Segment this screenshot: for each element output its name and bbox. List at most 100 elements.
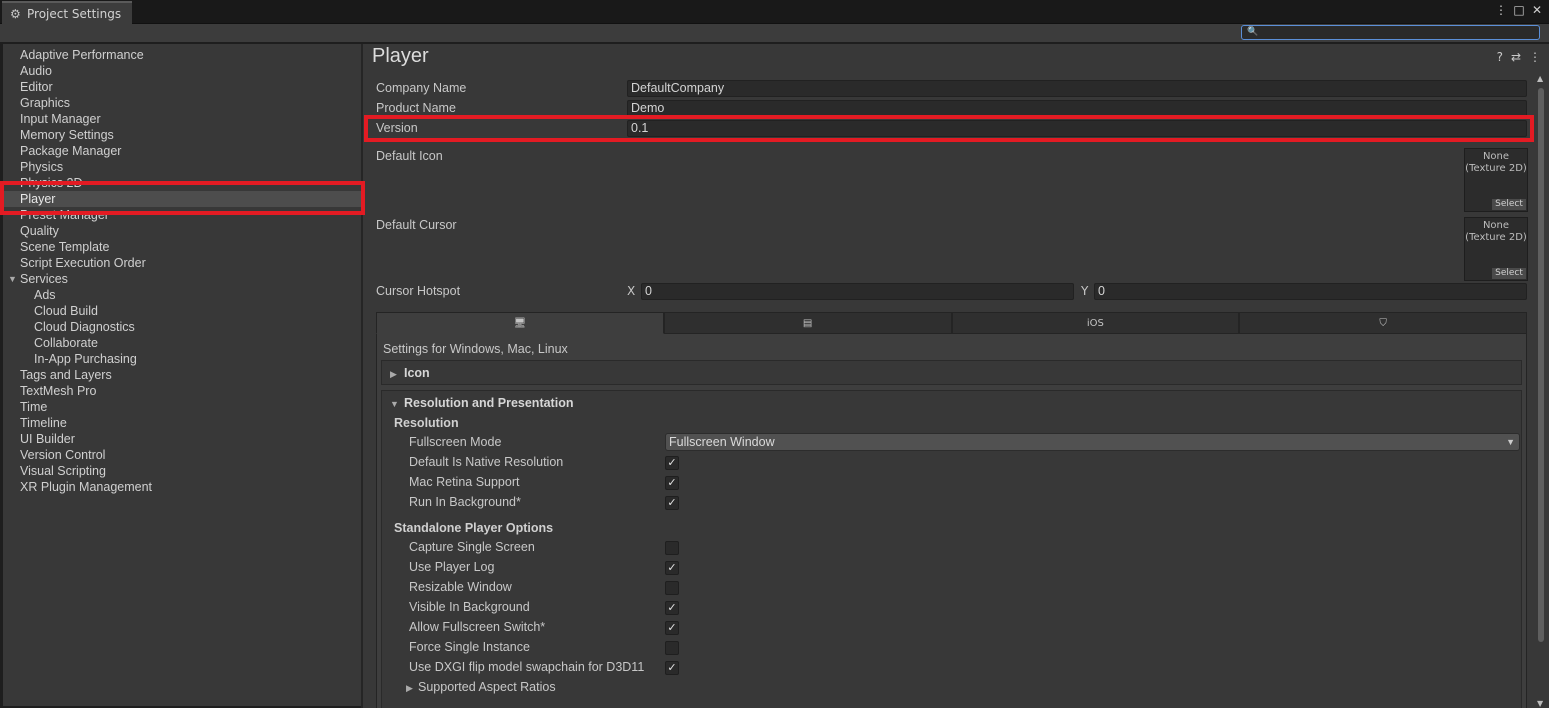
more-options-icon[interactable]: ⋮ <box>1529 50 1541 64</box>
tab-ios[interactable]: iOS <box>951 312 1240 334</box>
sidebar-item-physics[interactable]: Physics <box>3 159 361 175</box>
sidebar-item-label: Physics 2D <box>20 176 83 190</box>
sidebar-item-ads[interactable]: Ads <box>3 287 361 303</box>
sidebar-item-memory-settings[interactable]: Memory Settings <box>3 127 361 143</box>
select-button[interactable]: Select <box>1492 268 1526 279</box>
sidebar-item-in-app-purchasing[interactable]: In-App Purchasing <box>3 351 361 367</box>
tab-dedicated-server[interactable]: ▤ <box>663 312 952 334</box>
server-icon: ▤ <box>802 317 813 329</box>
version-field[interactable]: 0.1 <box>627 120 1527 137</box>
icon-section-title: Icon <box>404 366 430 380</box>
maximize-icon[interactable]: □ <box>1513 3 1525 17</box>
page-title: Player <box>372 45 429 67</box>
checkbox[interactable]: ✓ <box>665 661 679 675</box>
fullscreen-mode-value: Fullscreen Window <box>669 435 775 449</box>
tab-standalone[interactable]: 🖥 <box>376 312 664 334</box>
sidebar-item-label: UI Builder <box>20 432 75 446</box>
window-title: Project Settings <box>27 6 122 21</box>
collapse-arrow-icon: ▼ <box>390 399 399 409</box>
sidebar-item-physics-2d[interactable]: Physics 2D <box>3 175 361 191</box>
checkbox[interactable] <box>665 581 679 595</box>
search-input[interactable]: 🔍 <box>1241 25 1540 40</box>
sidebar-item-label: In-App Purchasing <box>34 352 137 366</box>
sidebar-item-preset-manager[interactable]: Preset Manager <box>3 207 361 223</box>
checkbox[interactable]: ✓ <box>665 476 679 490</box>
default-cursor-slot[interactable]: None (Texture 2D) Select <box>1464 217 1528 281</box>
sidebar-item-script-execution-order[interactable]: Script Execution Order <box>3 255 361 271</box>
presets-icon[interactable]: ⇄ <box>1511 50 1521 64</box>
sidebar-item-version-control[interactable]: Version Control <box>3 447 361 463</box>
checkbox[interactable] <box>665 541 679 555</box>
option-label: Resizable Window <box>409 580 512 594</box>
sidebar-item-label: Physics <box>20 160 64 174</box>
hotspot-x-field[interactable]: 0 <box>641 283 1074 300</box>
option-label: Mac Retina Support <box>409 475 520 489</box>
scroll-up-icon[interactable]: ▲ <box>1537 74 1543 83</box>
checkbox[interactable]: ✓ <box>665 621 679 635</box>
close-icon[interactable]: ✕ <box>1531 3 1543 17</box>
hotspot-y-label: Y <box>1081 284 1089 298</box>
sidebar-item-time[interactable]: Time <box>3 399 361 415</box>
sidebar-item-label: Services <box>20 272 68 286</box>
sidebar-item-package-manager[interactable]: Package Manager <box>3 143 361 159</box>
texture-none-text: None <box>1482 220 1510 231</box>
platform-tabs: 🖥 ▤ iOS ⛉ <box>376 312 1527 334</box>
select-button[interactable]: Select <box>1492 199 1526 210</box>
sidebar-item-label: Timeline <box>20 416 67 430</box>
sidebar-item-label: Script Execution Order <box>20 256 146 270</box>
project-settings-tab[interactable]: ⚙ Project Settings <box>2 1 132 24</box>
option-label: Default Is Native Resolution <box>409 455 564 469</box>
default-cursor-label: Default Cursor <box>376 218 457 232</box>
option-label: Capture Single Screen <box>409 540 535 554</box>
supported-aspect-ratios-foldout[interactable]: ▶ Supported Aspect Ratios <box>406 680 556 694</box>
sidebar-item-label: Version Control <box>20 448 106 462</box>
sidebar-item-collaborate[interactable]: Collaborate <box>3 335 361 351</box>
checkbox[interactable] <box>665 641 679 655</box>
resolution-foldout: ▼ Resolution and Presentation Resolution … <box>381 390 1522 708</box>
texture-none-text: None <box>1482 151 1510 162</box>
sidebar-item-cloud-build[interactable]: Cloud Build <box>3 303 361 319</box>
search-icon: 🔍 <box>1247 27 1259 37</box>
collapse-arrow-icon[interactable]: ▼ <box>8 271 17 287</box>
icon-foldout-header[interactable]: ▶ Icon <box>390 366 430 380</box>
checkbox[interactable]: ✓ <box>665 456 679 470</box>
resolution-foldout-header[interactable]: ▼ Resolution and Presentation <box>390 396 573 410</box>
company-name-field[interactable]: DefaultCompany <box>627 80 1527 97</box>
scrollbar-thumb[interactable] <box>1538 88 1544 642</box>
gear-icon: ⚙ <box>10 6 21 21</box>
default-icon-slot[interactable]: None (Texture 2D) Select <box>1464 148 1528 212</box>
title-bar: ⚙ Project Settings ⋮ □ ✕ <box>0 0 1549 24</box>
sidebar-item-cloud-diagnostics[interactable]: Cloud Diagnostics <box>3 319 361 335</box>
checkbox[interactable]: ✓ <box>665 496 679 510</box>
sidebar-item-input-manager[interactable]: Input Manager <box>3 111 361 127</box>
sidebar-item-graphics[interactable]: Graphics <box>3 95 361 111</box>
sidebar-item-xr-plugin-management[interactable]: XR Plugin Management <box>3 479 361 495</box>
sidebar-item-quality[interactable]: Quality <box>3 223 361 239</box>
sidebar-item-timeline[interactable]: Timeline <box>3 415 361 431</box>
company-name-label: Company Name <box>376 81 467 95</box>
sidebar-item-label: Adaptive Performance <box>20 48 144 62</box>
scroll-down-icon[interactable]: ▼ <box>1537 699 1543 708</box>
sidebar-item-label: Player <box>20 192 56 206</box>
sidebar-item-textmesh-pro[interactable]: TextMesh Pro <box>3 383 361 399</box>
hotspot-y-field[interactable]: 0 <box>1094 283 1527 300</box>
sidebar-item-services[interactable]: ▼ Services <box>3 271 361 287</box>
checkbox[interactable]: ✓ <box>665 561 679 575</box>
icon-foldout[interactable]: ▶ Icon <box>381 360 1522 385</box>
sidebar-item-tags-and-layers[interactable]: Tags and Layers <box>3 367 361 383</box>
sidebar-item-editor[interactable]: Editor <box>3 79 361 95</box>
sidebar-item-ui-builder[interactable]: UI Builder <box>3 431 361 447</box>
vertical-scrollbar[interactable]: ▲ ▼ <box>1536 74 1546 708</box>
more-options-icon[interactable]: ⋮ <box>1495 3 1507 17</box>
sidebar-item-audio[interactable]: Audio <box>3 63 361 79</box>
sidebar-item-scene-template[interactable]: Scene Template <box>3 239 361 255</box>
tab-webgl[interactable]: ⛉ <box>1239 312 1527 334</box>
product-name-field[interactable]: Demo <box>627 100 1527 117</box>
hotspot-x-label: X <box>627 284 636 298</box>
sidebar-item-player[interactable]: Player <box>3 191 361 207</box>
fullscreen-mode-dropdown[interactable]: Fullscreen Window ▼ <box>665 433 1520 451</box>
checkbox[interactable]: ✓ <box>665 601 679 615</box>
help-icon[interactable]: ? <box>1497 50 1503 64</box>
sidebar-item-adaptive-performance[interactable]: Adaptive Performance <box>3 47 361 63</box>
sidebar-item-visual-scripting[interactable]: Visual Scripting <box>3 463 361 479</box>
